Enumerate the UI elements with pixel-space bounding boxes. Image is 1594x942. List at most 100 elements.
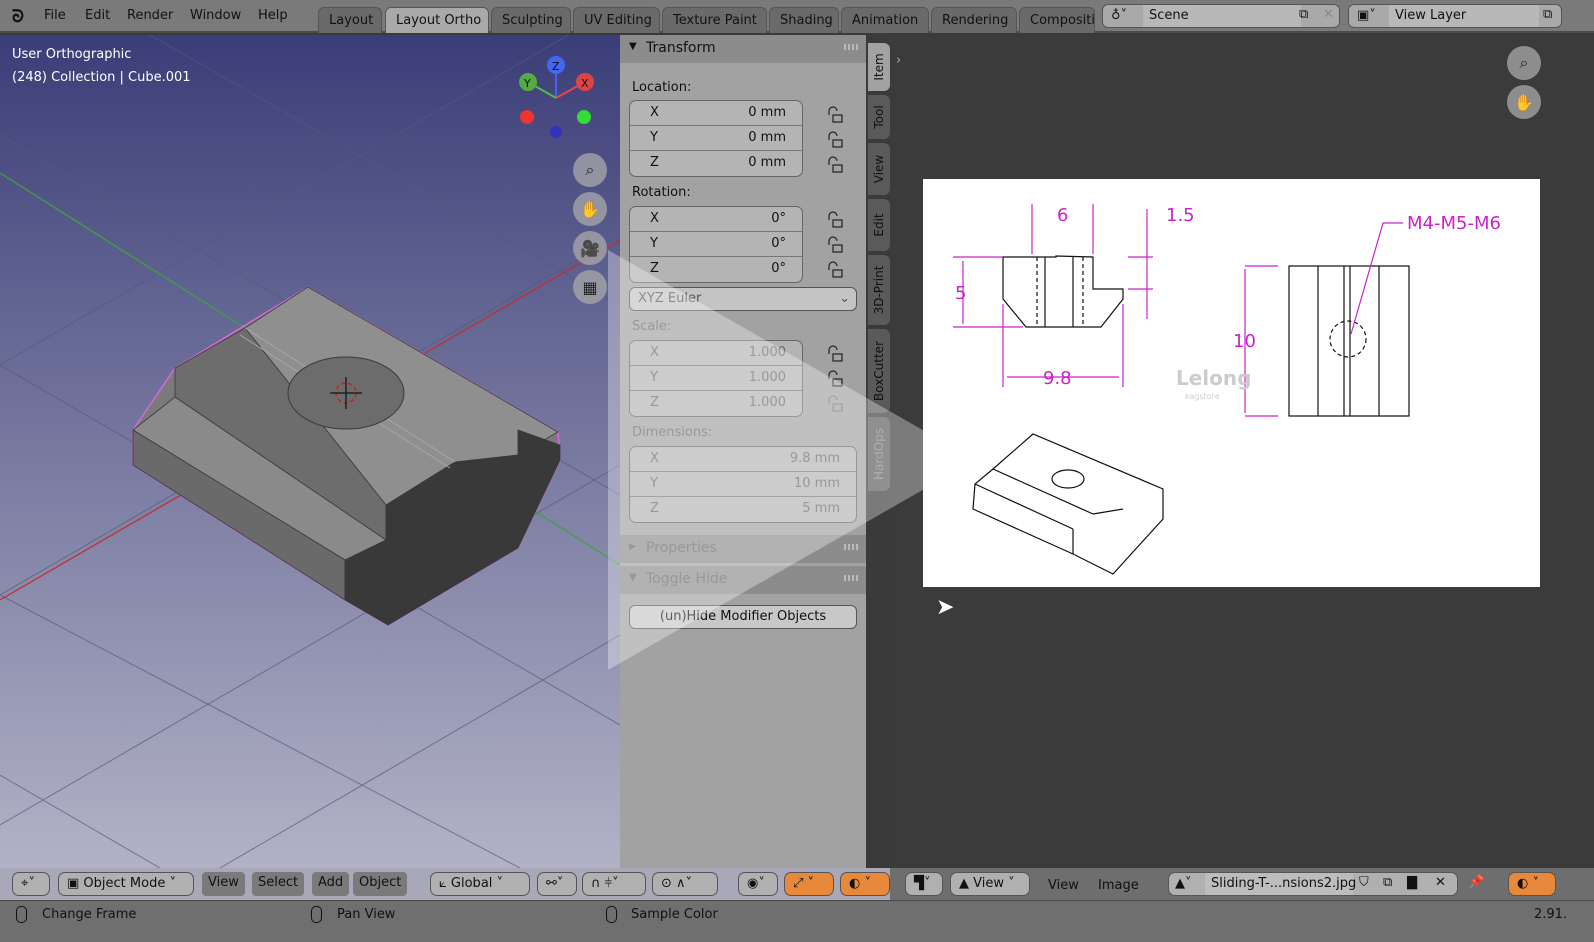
tab-tool[interactable]: Tool (868, 95, 890, 139)
viewport-scene: Z X Y (0, 35, 620, 868)
tab-texture-paint[interactable]: Texture Paint (662, 7, 767, 33)
blender-logo-icon[interactable]: ᘐ (12, 7, 24, 27)
tab-3d-print[interactable]: 3D-Print (868, 255, 890, 325)
camera-icon[interactable]: 🎥 (573, 231, 607, 265)
dim-1-5: 1.5 (1166, 205, 1195, 226)
scene-selector[interactable]: ♁˅ Scene ⧉ ✕ (1102, 4, 1340, 28)
tab-animation[interactable]: Animation (841, 7, 929, 33)
collection-info: (248) Collection | Cube.001 (12, 70, 191, 85)
menu-image[interactable]: Image (1098, 878, 1139, 893)
tab-edit[interactable]: Edit (868, 199, 890, 251)
mouse-left-icon (16, 906, 27, 923)
tab-layout[interactable]: Layout (318, 7, 382, 33)
proportional-editing-icon[interactable]: ⊙ ∧˅ (652, 872, 718, 896)
tab-compositing[interactable]: Compositi (1019, 7, 1095, 33)
object-mode-dropdown[interactable]: ▣ Object Mode ˅ (58, 872, 194, 896)
image-editor[interactable]: › ⌕ ✋ 6 1.5 5 9.8 10 M4-M5-M6 Lelong kag… (890, 35, 1594, 868)
gizmo-x-label: X (581, 77, 589, 90)
transform-orientation-dropdown[interactable]: ⟀ Global ˅ (430, 872, 530, 896)
gizmo-y-label: Y (523, 77, 531, 90)
tab-item[interactable]: Item (868, 43, 890, 91)
image-icon: ▲ (959, 876, 974, 891)
menu-window[interactable]: Window (190, 8, 241, 23)
gizmo-toggle-icon[interactable]: ⤢ ˅ (784, 872, 834, 896)
menu-help[interactable]: Help (258, 8, 288, 23)
chevron-right-icon[interactable]: › (896, 53, 901, 68)
navigation-gizmo: Z X Y (519, 56, 594, 138)
tab-view[interactable]: View (868, 143, 890, 195)
dimensions-y-field[interactable]: Y 10 mm (630, 472, 856, 497)
status-sample-color: Sample Color (631, 907, 718, 922)
dim-9-8: 9.8 (1043, 368, 1072, 389)
3d-viewport[interactable]: Z X Y User Orthographic (248) Collection… (0, 35, 620, 868)
status-pan-view: Pan View (337, 907, 396, 922)
dim-10: 10 (1233, 331, 1256, 352)
toggle-hide-panel-header[interactable]: ▼ Toggle Hide (620, 566, 866, 594)
unhide-modifier-objects-button[interactable]: (un)Hide Modifier Objects (629, 605, 857, 629)
menu-view[interactable]: View (202, 872, 245, 896)
gizmo-z-label: Z (552, 60, 560, 73)
overlay-toggle-icon[interactable]: ◐ ˅ (840, 872, 890, 896)
new-scene-icon[interactable]: ⧉ (1299, 7, 1308, 22)
fake-user-shield-icon: ⛉ (1359, 875, 1369, 890)
menu-view[interactable]: View (1048, 878, 1079, 893)
image-editor-header: ▜˅ ▲ View ˅ View Image ▲˅ Sliding-T-...n… (890, 868, 1594, 900)
view-layer-selector[interactable]: ▣˅ View Layer ⧉ (1348, 4, 1562, 28)
visibility-icon[interactable]: ◉˅ (738, 872, 778, 896)
status-bar: Change Frame Pan View Sample Color 2.91. (0, 900, 1594, 942)
sidebar-tabs: Item Tool View Edit 3D-Print BoxCutter H… (866, 35, 890, 868)
view-layer-name[interactable]: View Layer (1389, 5, 1539, 27)
zoom-icon[interactable]: ⌕ (1507, 46, 1541, 80)
blender-version: 2.91. (1534, 907, 1568, 922)
menu-object[interactable]: Object (353, 872, 408, 896)
tab-layout-ortho[interactable]: Layout Ortho (385, 7, 489, 33)
menu-select[interactable]: Select (252, 872, 305, 896)
tab-sculpting[interactable]: Sculpting (491, 7, 571, 33)
tab-uv-editing[interactable]: UV Editing (573, 7, 660, 33)
cube-faces (132, 286, 561, 626)
new-view-layer-icon[interactable]: ⧉ (1543, 7, 1552, 22)
top-bar: ᘐ File Edit Render Window Help Layout La… (0, 0, 1594, 33)
watermark: Lelong (1176, 366, 1251, 390)
open-folder-icon: ▇ (1407, 875, 1417, 890)
grid-ortho-icon[interactable]: ▦ (573, 270, 607, 304)
menu-file[interactable]: File (44, 8, 66, 23)
tab-shading[interactable]: Shading (769, 7, 839, 33)
overlay-toggle-icon[interactable]: ◐ ˅ (1508, 872, 1556, 896)
watermark-sub: kagstore (1185, 392, 1220, 401)
snap-icon[interactable]: ∩ ⫩˅ (582, 872, 646, 896)
image-browse-icon: ▲˅ (1175, 876, 1192, 891)
thread-size-label: M4-M5-M6 (1407, 213, 1501, 234)
view-name: User Orthographic (12, 47, 132, 62)
menu-render[interactable]: Render (127, 8, 173, 23)
scene-icon: ♁˅ (1111, 8, 1128, 23)
lock-icons (828, 106, 843, 412)
view-mode-dropdown[interactable]: ▲ View ˅ (950, 872, 1030, 896)
scene-name[interactable]: Scene (1143, 5, 1301, 27)
dim-5: 5 (955, 283, 966, 304)
menu-edit[interactable]: Edit (85, 8, 110, 23)
pan-hand-icon[interactable]: ✋ (573, 192, 607, 226)
dim-6: 6 (1057, 205, 1068, 226)
tab-boxcutter[interactable]: BoxCutter (868, 329, 890, 413)
close-icon: ✕ (1435, 875, 1446, 890)
status-change-frame: Change Frame (42, 907, 137, 922)
view-layer-icon: ▣˅ (1357, 8, 1376, 23)
image-selector[interactable]: ▲˅ Sliding-T-...nsions2.jpg ⛉ ⧉ ▇ ✕ (1168, 872, 1458, 896)
pin-icon[interactable]: 📌 (1468, 875, 1484, 890)
dimensions-z-field[interactable]: Z5 mm (630, 497, 856, 522)
zoom-icon[interactable]: ⌕ (573, 153, 607, 187)
tab-rendering[interactable]: Rendering (931, 7, 1017, 33)
object-mode-icon: ▣ (67, 876, 84, 891)
mouse-right-icon (606, 906, 617, 923)
pan-hand-icon[interactable]: ✋ (1507, 85, 1541, 119)
tab-hardops[interactable]: HardOps (868, 417, 890, 491)
pivot-point-icon[interactable]: ⚯˅ (537, 872, 577, 896)
editor-type-button[interactable]: ⌖˅ (12, 872, 50, 896)
orientation-icon: ⟀ (439, 876, 451, 891)
delete-scene-icon[interactable]: ✕ (1323, 7, 1334, 22)
editor-type-button[interactable]: ▜˅ (905, 872, 943, 896)
properties-panel-header[interactable]: ▶ Properties (620, 535, 866, 563)
menu-add[interactable]: Add (312, 872, 350, 896)
dimensions-x-field[interactable]: X 9.8 mm (630, 447, 856, 472)
